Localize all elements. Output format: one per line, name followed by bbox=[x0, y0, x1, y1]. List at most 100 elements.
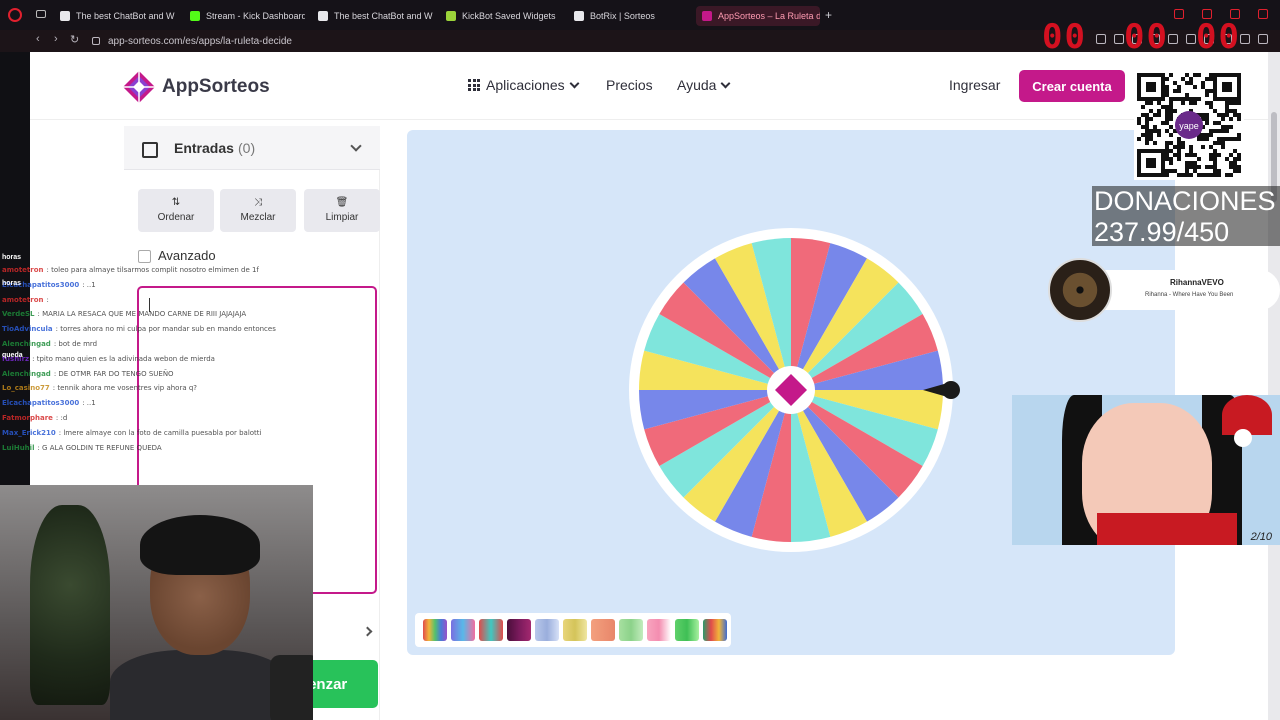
search-tabs-icon[interactable] bbox=[1174, 9, 1184, 19]
palette-swatch[interactable] bbox=[451, 619, 475, 641]
download-icon[interactable] bbox=[1240, 34, 1250, 44]
back-icon[interactable]: ‹ bbox=[36, 33, 40, 45]
kick-favicon-icon bbox=[190, 11, 200, 21]
chat-username: Lo_casino77 bbox=[2, 384, 50, 393]
chat-message: amotetron: bbox=[2, 296, 49, 304]
clear-label: Limpiar bbox=[325, 212, 359, 223]
yape-qr-code: yape bbox=[1134, 70, 1244, 180]
shuffle-button[interactable]: ⤨ Mezclar bbox=[220, 189, 296, 232]
clear-button[interactable]: 🗑 Limpiar bbox=[304, 189, 380, 232]
shuffle-label: Mezclar bbox=[240, 212, 276, 223]
nav-prices[interactable]: Precios bbox=[606, 77, 653, 93]
send-icon[interactable] bbox=[1186, 34, 1196, 44]
gift-icon bbox=[142, 142, 158, 158]
chat-text: : bbox=[46, 295, 49, 304]
sort-button[interactable]: ⇅ Ordenar bbox=[138, 189, 214, 232]
tab-6-active[interactable]: AppSorteos – La Ruleta d bbox=[696, 6, 820, 26]
palette-swatch[interactable] bbox=[619, 619, 643, 641]
donations-title: DONACIONES bbox=[1094, 186, 1276, 216]
entries-count: (0) bbox=[238, 140, 256, 156]
palette-swatch[interactable] bbox=[423, 619, 447, 641]
wheel-area bbox=[407, 130, 1175, 655]
spin-wheel[interactable] bbox=[621, 220, 961, 560]
fan-drawing-overlay: 2/10 bbox=[1012, 395, 1280, 545]
botrix-favicon-icon bbox=[574, 11, 584, 21]
palette-swatch[interactable] bbox=[479, 619, 503, 641]
appsorteos-favicon-icon bbox=[702, 11, 712, 21]
chat-username: TioAdvincula bbox=[2, 325, 53, 334]
tab-5[interactable]: BotRix | Sorteos bbox=[574, 6, 689, 26]
qr-icon: yape bbox=[1137, 73, 1241, 177]
tab-2[interactable]: Stream - Kick Dashboard bbox=[190, 6, 305, 26]
palette-swatch[interactable] bbox=[591, 619, 615, 641]
chat-username: Alenchingad bbox=[2, 369, 51, 378]
overlay-counter-mid: 00 bbox=[1124, 17, 1169, 57]
palette-swatch[interactable] bbox=[563, 619, 587, 641]
close-icon[interactable] bbox=[1258, 9, 1268, 19]
chat-message: Alenchingad: bot de mrd bbox=[2, 340, 97, 348]
tab-3[interactable]: The best ChatBot and Wi bbox=[318, 6, 433, 26]
overlay-counter-right: 00 bbox=[1196, 17, 1241, 57]
logo-text: AppSorteos bbox=[162, 76, 270, 97]
palette-swatch[interactable] bbox=[535, 619, 559, 641]
palette-swatch[interactable] bbox=[675, 619, 699, 641]
chevron-right-icon[interactable] bbox=[362, 626, 373, 637]
tab-label: BotRix | Sorteos bbox=[590, 11, 655, 21]
forward-icon[interactable]: › bbox=[54, 33, 58, 45]
login-link[interactable]: Ingresar bbox=[949, 77, 1000, 93]
entries-title: Entradas bbox=[174, 140, 234, 156]
chat-message: fushirz: tpito mano quien es la adivinad… bbox=[2, 355, 215, 363]
menu-icon[interactable] bbox=[1258, 34, 1268, 44]
donations-widget: DONACIONES 237.99/450 bbox=[1092, 186, 1280, 247]
url-field[interactable]: app-sorteos.com/es/apps/la-ruleta-decide bbox=[92, 33, 1092, 49]
url-text: app-sorteos.com/es/apps/la-ruleta-decide bbox=[108, 35, 292, 47]
chat-message: Lo_casino77: tennik ahora me vosentres v… bbox=[2, 384, 197, 392]
tab-4[interactable]: KickBot Saved Widgets bbox=[446, 6, 561, 26]
chat-username: Alenchingad bbox=[2, 340, 51, 348]
reload-icon[interactable]: ↻ bbox=[70, 33, 79, 46]
chat-text: : G ALA GOLDIN TE REFUNE QUEDA bbox=[37, 443, 162, 452]
nav-help[interactable]: Ayuda bbox=[677, 77, 731, 93]
drawing-signature: 2/10 bbox=[1250, 531, 1272, 543]
drawing-coat bbox=[1097, 513, 1237, 545]
extension-icon[interactable] bbox=[1114, 34, 1124, 44]
tab-label: The best ChatBot and Wi bbox=[334, 11, 433, 21]
chevron-down-icon[interactable] bbox=[350, 140, 362, 152]
tab-1[interactable]: The best ChatBot and Wi bbox=[60, 6, 175, 26]
chat-text: : MARIA LA RESACA QUE ME MANDO CARNE DE … bbox=[37, 310, 247, 319]
palette-swatch[interactable] bbox=[703, 619, 727, 641]
chat-text: : tennik ahora me vosentres vip ahora q? bbox=[52, 384, 198, 393]
streamer-shirt bbox=[110, 650, 290, 720]
chat-text: : DE OTMR FAR DO TENGO SUEÑO bbox=[53, 369, 174, 378]
heart-icon[interactable] bbox=[1168, 34, 1178, 44]
nav-apps[interactable]: Aplicaciones bbox=[468, 77, 580, 93]
tab-gallery-icon[interactable] bbox=[36, 10, 46, 18]
signup-button[interactable]: Crear cuenta bbox=[1019, 70, 1125, 102]
chat-text: : :d bbox=[55, 414, 68, 422]
page-scrollbar[interactable] bbox=[1268, 52, 1280, 720]
chat-message: Alenchingad: DE OTMR FAR DO TENGO SUEÑO bbox=[2, 370, 174, 378]
side-label: queda bbox=[2, 352, 23, 359]
palette-swatch[interactable] bbox=[507, 619, 531, 641]
tab-label: KickBot Saved Widgets bbox=[462, 11, 556, 21]
chat-text: : toleo para almaye tilsarmos complit no… bbox=[46, 266, 259, 274]
chat-text: : torres ahora no mi culpa por mandar su… bbox=[55, 325, 276, 334]
tab-label: The best ChatBot and Wi bbox=[76, 11, 175, 21]
palette-swatch[interactable] bbox=[647, 619, 671, 641]
nav-prices-label: Precios bbox=[606, 77, 653, 93]
chatbot-favicon-icon bbox=[60, 11, 70, 21]
side-label: horas bbox=[2, 280, 22, 287]
logo[interactable]: AppSorteos bbox=[122, 70, 270, 104]
chat-text: : ..1 bbox=[82, 280, 96, 289]
chat-text: : bot de mrd bbox=[53, 340, 98, 348]
overlay-counter-left: 00 bbox=[1042, 17, 1087, 57]
nav-help-label: Ayuda bbox=[677, 77, 717, 93]
opera-menu-icon[interactable] bbox=[8, 8, 22, 22]
new-tab-button[interactable]: + bbox=[825, 8, 832, 22]
zoom-icon[interactable] bbox=[1096, 34, 1106, 44]
chevron-down-icon bbox=[569, 78, 580, 88]
microphone bbox=[270, 655, 313, 720]
entries-panel-header[interactable]: Entradas (0) bbox=[124, 126, 380, 170]
chat-username: VerdeSL bbox=[2, 310, 35, 319]
chat-message: LuiHuhil: G ALA GOLDIN TE REFUNE QUEDA bbox=[2, 444, 162, 452]
